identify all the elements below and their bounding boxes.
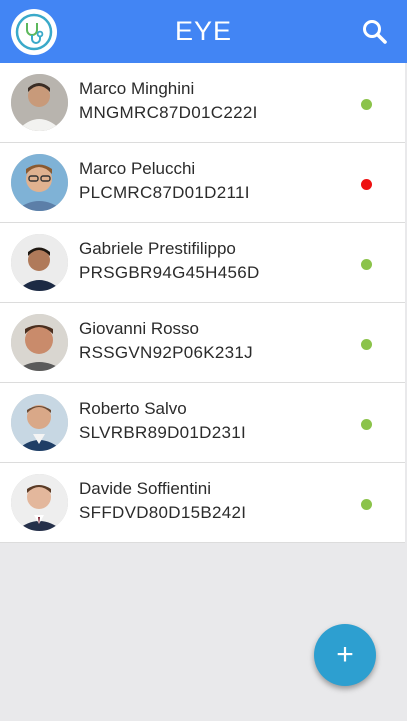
- patient-fiscal-code: SFFDVD80D15B242I: [79, 503, 247, 522]
- patient-name: Roberto Salvo: [79, 399, 187, 418]
- patient-list: Marco Minghini MNGMRC87D01C222I Marco Pe…: [0, 63, 405, 543]
- patient-name: Gabriele Prestifilippo: [79, 239, 236, 258]
- patient-fiscal-code: RSSGVN92P06K231J: [79, 343, 253, 362]
- patient-fiscal-code: MNGMRC87D01C222I: [79, 103, 258, 122]
- avatar: [11, 474, 68, 531]
- status-online-indicator: [361, 499, 372, 510]
- list-item[interactable]: Roberto Salvo SLVRBR89D01D231I: [0, 383, 405, 463]
- patient-name: Giovanni Rosso: [79, 319, 200, 338]
- status-online-indicator: [361, 99, 372, 110]
- list-item[interactable]: Marco Pelucchi PLCMRC87D01D211I: [0, 143, 405, 223]
- patient-name: Marco Minghini: [79, 79, 195, 98]
- status-online-indicator: [361, 339, 372, 350]
- avatar: [11, 234, 68, 291]
- patient-fiscal-code: SLVRBR89D01D231I: [79, 423, 247, 442]
- status-offline-indicator: [361, 179, 372, 190]
- avatar: [11, 154, 68, 211]
- list-item[interactable]: Marco Minghini MNGMRC87D01C222I: [0, 63, 405, 143]
- list-item[interactable]: Davide Soffientini SFFDVD80D15B242I: [0, 463, 405, 543]
- patient-fiscal-code: PLCMRC87D01D211I: [79, 183, 250, 202]
- patient-name: Davide Soffientini: [79, 479, 211, 498]
- avatar: [11, 74, 68, 131]
- patient-fiscal-code: PRSGBR94G45H456D: [79, 263, 260, 282]
- list-item[interactable]: Giovanni Rosso RSSGVN92P06K231J: [0, 303, 405, 383]
- plus-icon: +: [336, 638, 354, 671]
- avatar: [11, 394, 68, 451]
- patient-name: Marco Pelucchi: [79, 159, 196, 178]
- search-icon[interactable]: [361, 18, 389, 46]
- list-item[interactable]: Gabriele Prestifilippo PRSGBR94G45H456D: [0, 223, 405, 303]
- app-title: EYE: [174, 16, 233, 46]
- status-online-indicator: [361, 419, 372, 430]
- add-patient-button[interactable]: +: [314, 624, 376, 686]
- stethoscope-logo-icon[interactable]: [11, 9, 57, 55]
- status-online-indicator: [361, 259, 372, 270]
- avatar: [11, 314, 68, 371]
- app-bar: EYE: [0, 0, 407, 63]
